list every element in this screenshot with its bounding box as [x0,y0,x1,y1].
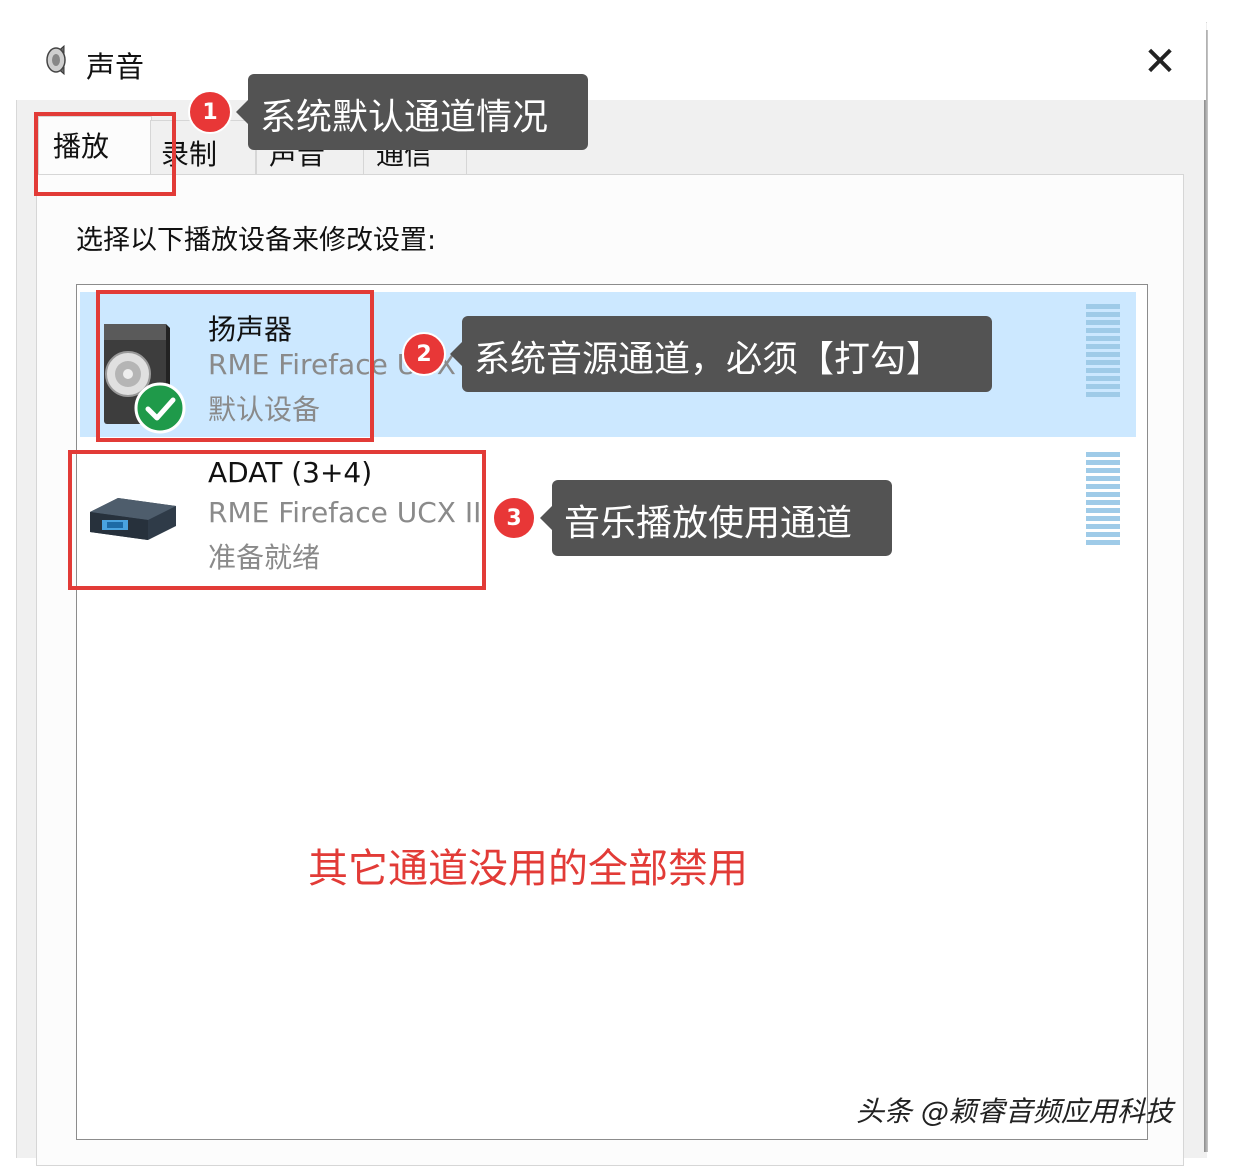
speaker-icon [46,44,66,76]
callout-text: 系统音源通道，必须【打勾】 [474,339,943,380]
level-meter-bar [1086,352,1120,357]
window-edge-shadow [1204,30,1208,1152]
annotation-number-badge: 3 [492,496,536,540]
callout-text: 系统默认通道情况 [260,97,549,138]
annotation-callout: 系统音源通道，必须【打勾】 [450,316,992,392]
level-meter-bar [1086,360,1120,365]
title-bar [16,22,1206,100]
level-meter-bar [1086,320,1120,325]
annotation-note: 其它通道没用的全部禁用 [308,846,748,892]
level-meter-bar [1086,384,1120,389]
level-meter-bar [1086,532,1120,537]
level-meter-bar [1086,304,1120,309]
watermark: 头条 @颖睿音频应用科技 [856,1095,1173,1128]
instruction-text: 选择以下播放设备来修改设置: [76,225,437,256]
annotation-box-default-device [96,290,374,442]
level-meter-bar [1086,516,1120,521]
level-meter-bar [1086,344,1120,349]
level-meter-bar [1086,476,1120,481]
annotation-box-playback-tab [34,112,176,196]
level-meter-bar [1086,336,1120,341]
level-meter [1086,304,1120,400]
level-meter-bar [1086,468,1120,473]
level-meter-bar [1086,392,1120,397]
level-meter-bar [1086,460,1120,465]
level-meter-bar [1086,376,1120,381]
annotation-box-music-device [68,450,486,590]
window-title: 声音 [86,50,145,84]
level-meter-bar [1086,540,1120,545]
level-meter-bar [1086,312,1120,317]
annotation-number-badge: 1 [188,90,232,134]
level-meter-bar [1086,524,1120,529]
level-meter-bar [1086,368,1120,373]
level-meter-bar [1086,328,1120,333]
annotation-number-badge: 2 [402,332,446,376]
annotation-callout: 音乐播放使用通道 [540,480,892,556]
level-meter-bar [1086,508,1120,513]
level-meter [1086,452,1120,548]
level-meter-bar [1086,492,1120,497]
annotation-callout: 系统默认通道情况 [236,74,588,150]
level-meter-bar [1086,484,1120,489]
callout-text: 音乐播放使用通道 [564,503,853,544]
close-button[interactable]: ✕ [1135,38,1185,86]
level-meter-bar [1086,500,1120,505]
level-meter-bar [1086,452,1120,457]
close-icon: ✕ [1143,39,1177,85]
